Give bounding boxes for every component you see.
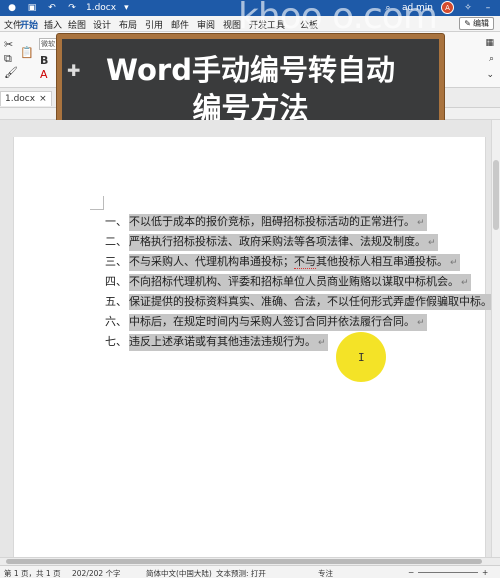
list-text: 不以低于成本的报价竞标，阻碍招标投标活动的正常进行。 ↵ xyxy=(129,214,427,231)
font-color-icon[interactable]: A xyxy=(40,68,48,81)
list-number: 一、 xyxy=(105,215,127,228)
paste-icon[interactable]: 📋 xyxy=(20,46,34,59)
autosave-icon[interactable]: ● xyxy=(6,2,18,14)
file-menu-chevron-icon[interactable]: ▾ xyxy=(124,3,129,13)
list-number: 二、 xyxy=(105,235,127,248)
list-text: 中标后，在规定时间内与采购人签订合同并依法履行合同。 ↵ xyxy=(129,314,427,331)
font-name-select[interactable]: 微软 xyxy=(39,38,57,50)
list-text-content: 严格执行招标投标法、政府采购法等各项法律、法规及制度。 xyxy=(129,235,426,248)
list-text: 严格执行招标投标法、政府采购法等各项法律、法规及制度。 ↵ xyxy=(129,234,438,251)
list-text-content: 中标后，在规定时间内与采购人签订合同并依法履行合同。 xyxy=(129,315,415,328)
list-text-content: 不与采购人、代理机构串通投标； xyxy=(129,255,294,268)
spelling-flag[interactable]: 不与 xyxy=(294,255,316,269)
list-text-content: 违反上述承诺或有其他违法违规行为。 xyxy=(129,335,316,348)
tab-insert[interactable]: 插入 xyxy=(44,18,62,31)
watermark: khoo o.com xyxy=(238,0,438,37)
horizontal-scrollbar-thumb[interactable] xyxy=(6,559,482,564)
format-painter-icon[interactable]: 🖌 xyxy=(4,66,18,79)
list-text: 不与采购人、代理机构串通投标；不与其他投标人相互串通投标。 ↵ xyxy=(129,254,460,271)
list-number: 三、 xyxy=(105,255,127,268)
close-icon[interactable]: × xyxy=(39,94,47,104)
page-count[interactable]: 第 1 页，共 1 页 xyxy=(4,568,61,578)
paragraph-mark: ↵ xyxy=(450,258,458,268)
pencil-icon: ✎ xyxy=(464,19,471,28)
vertical-scrollbar[interactable] xyxy=(491,120,500,557)
list-text: 不向招标代理机构、评委和招标单位人员商业贿赂以谋取中标机会。 ↵ xyxy=(129,274,471,291)
list-text: 保证提供的投标资料真实、准确、合法，不以任何形式弄虚作假骗取中标。 xyxy=(129,294,494,310)
chalkboard-banner: ✚ Word手动编号转自动 编号方法 xyxy=(57,34,444,131)
redo-icon[interactable]: ↷ xyxy=(66,2,78,14)
title-bar-left: ● ▣ ↶ ↷ 1.docx ▾ xyxy=(6,2,129,14)
find-icon[interactable]: ⌕ xyxy=(489,54,494,64)
zoom-out-button[interactable]: − xyxy=(408,568,414,577)
paragraph-mark: ↵ xyxy=(318,338,326,348)
margin-corner-mark xyxy=(90,196,104,210)
tab-review[interactable]: 审阅 xyxy=(197,18,215,31)
word-window: ● ▣ ↶ ↷ 1.docx ▾ ⌕ ad min A ✧ – 文件 开始 插入… xyxy=(0,0,500,578)
list-text-content: 不向招标代理机构、评委和招标单位人员商业贿赂以谋取中标机会。 xyxy=(129,275,459,288)
banner-title: Word手动编号转自动 xyxy=(106,53,395,87)
expand-icon[interactable]: ⌄ xyxy=(486,70,494,80)
list-number: 七、 xyxy=(105,335,127,348)
editing-mode-label: 编辑 xyxy=(473,19,489,28)
text-cursor-icon: I xyxy=(358,351,365,364)
tab-mailings[interactable]: 邮件 xyxy=(171,18,189,31)
tab-draw[interactable]: 绘图 xyxy=(68,18,86,31)
copy-icon[interactable]: ⧉ xyxy=(4,52,12,66)
vertical-scrollbar-thumb[interactable] xyxy=(493,160,499,230)
word-count[interactable]: 202/202 个字 xyxy=(72,568,121,578)
editing-mode-button[interactable]: ✎ 编辑 xyxy=(459,17,494,30)
zoom-slider[interactable] xyxy=(418,572,478,573)
focus-button[interactable]: 专注 xyxy=(318,568,333,578)
language-status[interactable]: 简体中文(中国大陆) xyxy=(146,568,212,578)
document-tab-label: 1.docx xyxy=(5,94,36,104)
paragraph-mark: ↵ xyxy=(417,318,425,328)
tab-design[interactable]: 设计 xyxy=(93,18,111,31)
save-icon[interactable]: ▣ xyxy=(26,2,38,14)
list-number: 四、 xyxy=(105,275,127,288)
list-text: 违反上述承诺或有其他违法违规行为。 ↵ xyxy=(129,334,328,351)
list-text-content: 保证提供的投标资料真实、准确、合法，不以任何形式弄虚作假骗取中标。 xyxy=(129,295,492,308)
file-name: 1.docx xyxy=(86,3,117,13)
list-text-content: 不以低于成本的报价竞标，阻碍招标投标活动的正常进行。 xyxy=(129,215,415,228)
bold-icon[interactable]: B xyxy=(40,54,48,67)
lightbulb-icon[interactable]: ✧ xyxy=(462,2,474,14)
list-number: 五、 xyxy=(105,295,127,308)
horizontal-scrollbar[interactable] xyxy=(0,557,500,565)
cut-icon[interactable]: ✂ xyxy=(4,38,13,51)
minimize-icon[interactable]: – xyxy=(482,2,494,14)
list-number: 六、 xyxy=(105,315,127,328)
paragraph-mark: ↵ xyxy=(417,218,425,228)
paragraph-mark: ↵ xyxy=(461,278,469,288)
avatar[interactable]: A xyxy=(441,1,454,14)
zoom-in-button[interactable]: + xyxy=(482,568,488,577)
undo-icon[interactable]: ↶ xyxy=(46,2,58,14)
list-text-content: 其他投标人相互串通投标。 xyxy=(316,255,448,268)
styles-icon[interactable]: ▦ xyxy=(485,38,494,48)
tab-references[interactable]: 引用 xyxy=(145,18,163,31)
paragraph-mark: ↵ xyxy=(428,238,436,248)
document-tab[interactable]: 1.docx × xyxy=(0,91,52,106)
tab-layout[interactable]: 布局 xyxy=(119,18,137,31)
status-bar: 第 1 页，共 1 页 202/202 个字 简体中文(中国大陆) 文本预测: … xyxy=(0,565,500,578)
text-prediction-status[interactable]: 文本预测: 打开 xyxy=(216,568,266,578)
